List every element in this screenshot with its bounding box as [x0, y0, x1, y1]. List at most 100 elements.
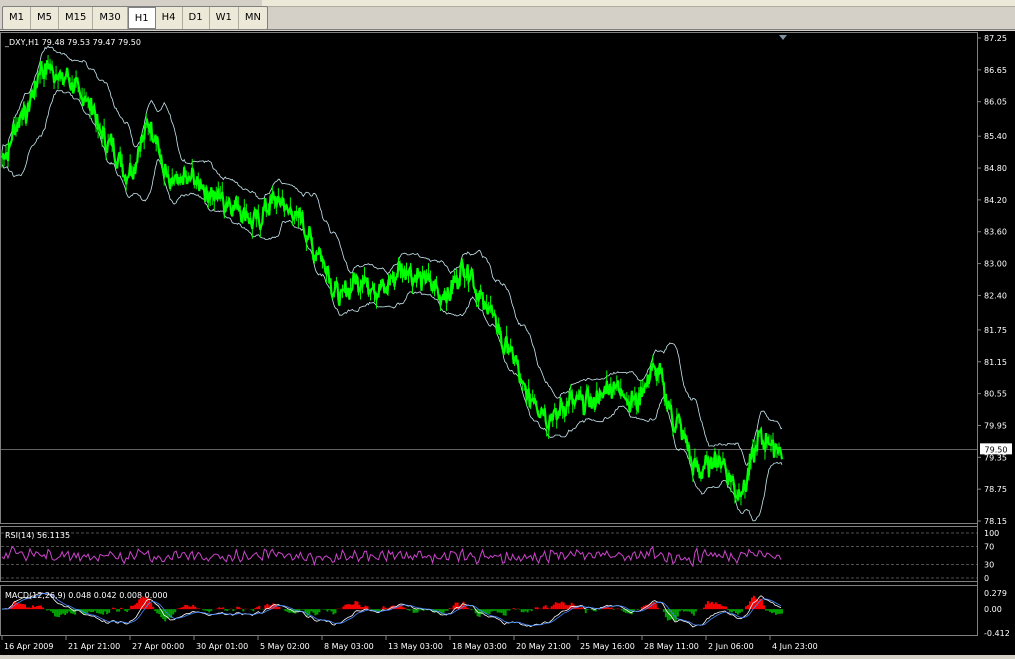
macd-bar: [254, 608, 256, 609]
macd-bar: [567, 605, 569, 609]
macd-bar: [380, 609, 382, 610]
macd-bar: [687, 609, 689, 611]
macd-bar: [208, 609, 210, 612]
macd-bar: [28, 607, 30, 609]
time-tick-label: 5 May 02:00: [260, 642, 310, 651]
macd-bar: [334, 609, 336, 613]
macd-bar: [779, 609, 781, 614]
macd-bar: [529, 609, 531, 610]
macd-bar: [158, 609, 160, 614]
macd-bar: [154, 609, 156, 611]
timeframe-button-group: M1M5M15M30H1H4D1W1MN: [2, 6, 268, 30]
macd-bar: [745, 606, 747, 609]
timeframe-button-h4[interactable]: H4: [156, 7, 183, 29]
macd-bar: [505, 609, 507, 616]
macd-bar: [657, 608, 659, 609]
macd-bar: [721, 606, 723, 609]
macd-bar: [781, 609, 783, 613]
macd-bar: [715, 602, 717, 609]
chart-canvas[interactable]: 87.2586.6586.0585.4084.8084.2083.6083.00…: [0, 31, 1015, 655]
macd-bar: [719, 604, 721, 609]
current-price-marker: 79.50: [980, 443, 1012, 454]
macd-bar: [747, 605, 749, 609]
macd-bar: [64, 609, 66, 615]
macd-bar: [741, 609, 743, 612]
macd-bar: [617, 609, 619, 610]
macd-bar: [378, 609, 380, 611]
macd-bar: [172, 609, 174, 614]
macd-bar: [152, 607, 154, 609]
macd-bar: [58, 609, 60, 617]
timeframe-button-w1[interactable]: W1: [210, 7, 239, 29]
macd-bar: [773, 609, 775, 612]
macd-bar: [138, 599, 140, 609]
macd-bar: [551, 606, 553, 609]
macd-bar: [156, 609, 158, 613]
macd-bar: [94, 609, 96, 611]
macd-bar: [224, 609, 226, 610]
macd-bar: [655, 603, 657, 609]
macd-bar: [527, 609, 529, 612]
macd-bar: [112, 608, 114, 610]
macd-bar: [437, 609, 439, 610]
macd-bar: [623, 609, 625, 612]
time-tick-label: 2 Jun 06:00: [708, 642, 754, 651]
macd-bar: [328, 609, 330, 610]
macd-bar: [709, 603, 711, 609]
timeframe-button-m30[interactable]: M30: [93, 7, 127, 29]
macd-bar: [735, 609, 737, 613]
macd-bar: [202, 609, 204, 610]
chart-window[interactable]: 87.2586.6586.0585.4084.8084.2083.6083.00…: [0, 31, 1015, 655]
macd-bar: [114, 608, 116, 609]
macd-bar: [547, 608, 549, 609]
macd-bar: [132, 606, 134, 609]
timeframe-button-m15[interactable]: M15: [59, 7, 93, 29]
macd-bar: [98, 609, 100, 613]
macd-bar: [150, 603, 152, 609]
macd-bar: [128, 609, 130, 610]
macd-bar: [693, 609, 695, 615]
shift-marker-icon[interactable]: [779, 35, 787, 40]
time-tick-label: 25 May 16:00: [580, 642, 635, 651]
macd-bar: [565, 605, 567, 609]
timeframe-button-mn[interactable]: MN: [239, 7, 267, 29]
macd-bar: [677, 609, 679, 616]
timeframe-button-m5[interactable]: M5: [31, 7, 59, 29]
macd-bar: [324, 609, 326, 610]
macd-bar: [50, 609, 52, 611]
macd-bar: [517, 609, 519, 610]
time-tick-label: 20 May 21:00: [516, 642, 571, 651]
macd-bar: [515, 609, 517, 610]
timeframe-button-d1[interactable]: D1: [183, 7, 210, 29]
macd-bar: [116, 609, 118, 611]
rsi-scale: 10070300: [984, 529, 999, 583]
macd-bar: [184, 605, 186, 609]
macd-bar: [553, 605, 555, 609]
price-tick-label: 84.20: [984, 196, 1007, 205]
price-tick-label: 83.00: [984, 260, 1007, 269]
price-tick-label: 78.15: [984, 517, 1007, 526]
macd-bar: [769, 609, 771, 612]
macd-bar: [188, 606, 190, 609]
macd-bar: [581, 607, 583, 609]
macd-bar: [707, 601, 709, 609]
macd-bar: [495, 609, 497, 611]
timeframe-button-m1[interactable]: M1: [3, 7, 31, 29]
macd-bar: [330, 609, 332, 611]
macd-bar: [332, 609, 334, 614]
timeframe-button-h1[interactable]: H1: [128, 7, 156, 29]
macd-bar: [499, 609, 501, 612]
time-tick-label: 16 Apr 2009: [4, 642, 53, 651]
macd-bar: [675, 609, 677, 621]
macd-bar: [409, 609, 411, 611]
macd-bar: [220, 608, 222, 609]
price-tick-label: 81.15: [984, 358, 1007, 367]
macd-bar: [419, 609, 421, 610]
time-tick-label: 18 May 03:00: [452, 642, 507, 651]
macd-bar: [561, 602, 563, 609]
macd-bar: [38, 606, 40, 609]
macd-bar: [761, 600, 763, 609]
macd-bar: [579, 608, 581, 609]
macd-bar: [356, 602, 358, 610]
macd-bar: [62, 609, 64, 614]
